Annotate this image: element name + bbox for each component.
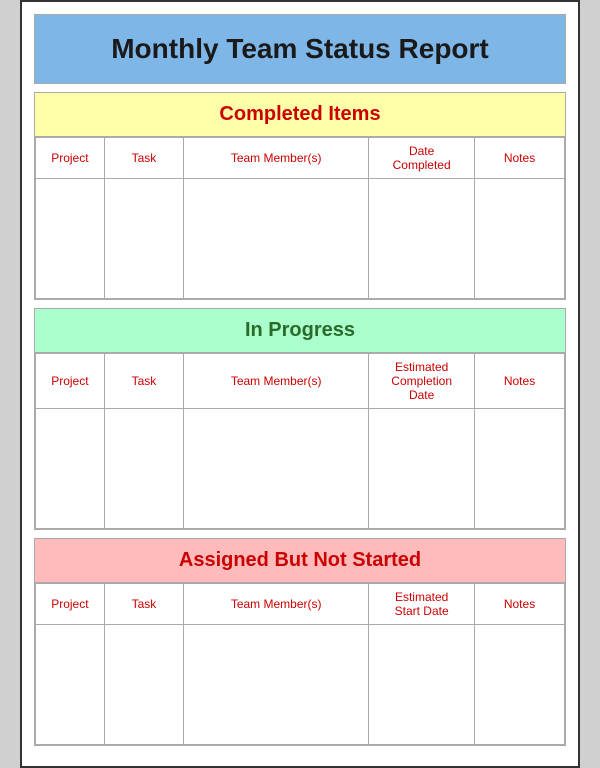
col-header-estimated-start: EstimatedStart Date [369,584,475,625]
col-header-member-3: Team Member(s) [184,584,369,625]
completed-task-1[interactable] [104,179,183,299]
col-header-project-1: Project [36,138,105,179]
assigned-header: Assigned But Not Started [34,538,566,583]
assigned-project-1[interactable] [36,625,105,745]
section-assigned: Assigned But Not Started Project Task Te… [34,538,566,746]
in-progress-notes-1[interactable] [475,409,565,529]
col-header-notes-2: Notes [475,354,565,409]
col-header-member-1: Team Member(s) [184,138,369,179]
section-completed: Completed Items Project Task Team Member… [34,92,566,300]
assigned-table-wrapper: Project Task Team Member(s) EstimatedSta… [34,583,566,746]
report-container: Monthly Team Status Report Completed Ite… [20,0,580,768]
in-progress-task-1[interactable] [104,409,183,529]
report-title: Monthly Team Status Report [34,14,566,84]
col-header-member-2: Team Member(s) [184,354,369,409]
assigned-data-row-1 [36,625,565,745]
in-progress-header: In Progress [34,308,566,353]
col-header-notes-1: Notes [475,138,565,179]
completed-date-1[interactable] [369,179,475,299]
col-header-task-2: Task [104,354,183,409]
assigned-member-1[interactable] [184,625,369,745]
completed-data-row-1 [36,179,565,299]
completed-table: Project Task Team Member(s) DateComplete… [35,137,565,299]
completed-table-wrapper: Project Task Team Member(s) DateComplete… [34,137,566,300]
completed-member-1[interactable] [184,179,369,299]
in-progress-date-1[interactable] [369,409,475,529]
assigned-task-1[interactable] [104,625,183,745]
in-progress-table-wrapper: Project Task Team Member(s) EstimatedCom… [34,353,566,530]
assigned-table: Project Task Team Member(s) EstimatedSta… [35,583,565,745]
in-progress-table: Project Task Team Member(s) EstimatedCom… [35,353,565,529]
col-header-task-1: Task [104,138,183,179]
assigned-date-1[interactable] [369,625,475,745]
col-header-estimated-completion: EstimatedCompletionDate [369,354,475,409]
col-header-project-2: Project [36,354,105,409]
col-header-notes-3: Notes [475,584,565,625]
completed-header: Completed Items [34,92,566,137]
section-in-progress: In Progress Project Task Team Member(s) … [34,308,566,530]
in-progress-project-1[interactable] [36,409,105,529]
col-header-date-completed: DateCompleted [369,138,475,179]
completed-notes-1[interactable] [475,179,565,299]
in-progress-member-1[interactable] [184,409,369,529]
completed-project-1[interactable] [36,179,105,299]
col-header-task-3: Task [104,584,183,625]
in-progress-data-row-1 [36,409,565,529]
assigned-notes-1[interactable] [475,625,565,745]
col-header-project-3: Project [36,584,105,625]
